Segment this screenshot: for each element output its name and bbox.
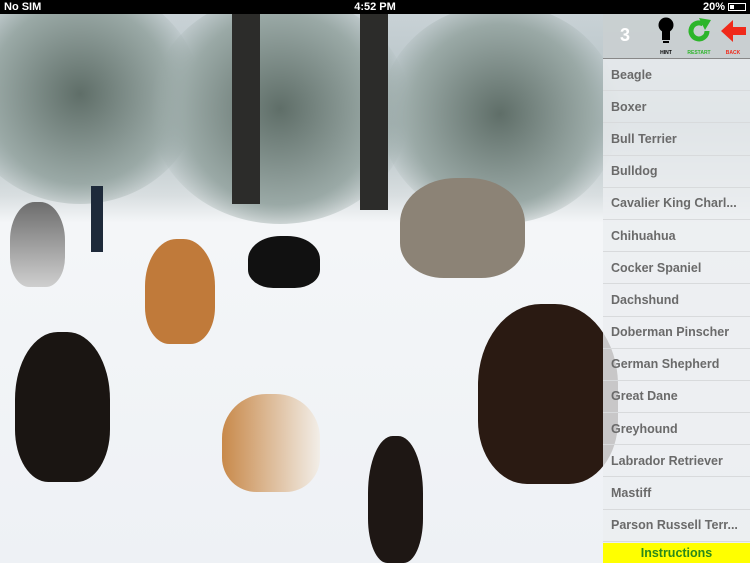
hint-label: HINT	[660, 50, 672, 56]
tree-trunk	[232, 14, 260, 204]
battery-icon	[728, 3, 746, 11]
restart-button[interactable]: RESTART	[684, 17, 714, 56]
score-count: 3	[620, 25, 631, 45]
breed-item[interactable]: Bull Terrier	[603, 123, 750, 156]
breed-item[interactable]: Labrador Retriever	[603, 445, 750, 478]
dog-bulldog[interactable]	[222, 394, 320, 492]
back-label: BACK	[725, 50, 741, 56]
breed-item[interactable]: Boxer	[603, 91, 750, 124]
breed-item[interactable]: Doberman Pinscher	[603, 317, 750, 349]
dog-scottish-terrier[interactable]	[248, 236, 320, 288]
breed-item[interactable]: Great Dane	[603, 381, 750, 414]
breed-item[interactable]: Mastiff	[603, 477, 750, 510]
breed-item[interactable]: Beagle	[603, 59, 750, 92]
breed-item[interactable]: Cavalier King Charl...	[603, 188, 750, 220]
status-bar: No SIM 4:52 PM 20%	[0, 0, 750, 14]
breed-item[interactable]: Parson Russell Terr...	[603, 510, 750, 542]
breed-item[interactable]: Chihuahua	[603, 220, 750, 253]
dog-weimaraner[interactable]	[400, 178, 525, 278]
breed-list: Beagle Boxer Bull Terrier Bulldog Cavalier K…	[603, 59, 750, 542]
post	[91, 186, 103, 252]
instructions-button[interactable]: Instructions	[603, 543, 750, 563]
breed-item[interactable]: German Shepherd	[603, 349, 750, 381]
back-button[interactable]: BACK	[718, 17, 748, 56]
clock: 4:52 PM	[354, 1, 396, 13]
hint-button[interactable]: HINT	[651, 17, 681, 56]
lightbulb-icon	[658, 17, 674, 43]
dog-husky[interactable]	[10, 202, 65, 287]
breed-item[interactable]: Cocker Spaniel	[603, 252, 750, 285]
breed-item[interactable]: Dachshund	[603, 284, 750, 317]
breed-panel: 3 HINT RESTART BACK Beagle Boxer Bull Terr…	[603, 14, 750, 563]
restart-icon	[688, 18, 711, 42]
dog-pharaoh-hound[interactable]	[145, 239, 215, 344]
battery-percent: 20%	[702, 1, 725, 13]
tree-trunk	[360, 14, 388, 210]
back-arrow-icon	[721, 20, 746, 42]
battery-status: 20%	[703, 1, 746, 13]
restart-label: RESTART	[687, 50, 711, 56]
game-toolbar: 3 HINT RESTART BACK	[603, 14, 750, 59]
dog-doberman[interactable]	[478, 304, 618, 484]
breed-item[interactable]: Bulldog	[603, 156, 750, 188]
dog-chihuahua[interactable]	[368, 436, 423, 563]
dog-rottweiler[interactable]	[15, 332, 110, 482]
breed-item[interactable]: Greyhound	[603, 413, 750, 446]
